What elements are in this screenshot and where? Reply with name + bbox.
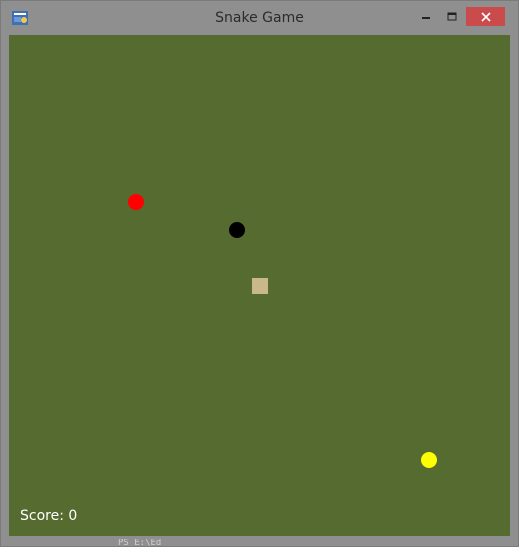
game-canvas[interactable]: Score: 0	[9, 35, 510, 536]
food-red-dot	[128, 194, 144, 210]
maximize-icon	[447, 12, 457, 20]
game-window: Snake Game Score: 0	[0, 0, 519, 547]
snake-segment	[252, 278, 268, 294]
close-button[interactable]	[466, 7, 505, 26]
background-console-text: PS E:\Ed	[118, 539, 162, 547]
maximize-button[interactable]	[441, 7, 463, 26]
snake-head	[229, 222, 245, 238]
title-bar[interactable]: Snake Game	[1, 1, 518, 35]
food-yellow-dot	[421, 452, 437, 468]
minimize-button[interactable]	[415, 7, 437, 26]
score-label: Score: 0	[20, 508, 78, 524]
close-icon	[480, 11, 491, 22]
minimize-icon	[422, 16, 430, 19]
